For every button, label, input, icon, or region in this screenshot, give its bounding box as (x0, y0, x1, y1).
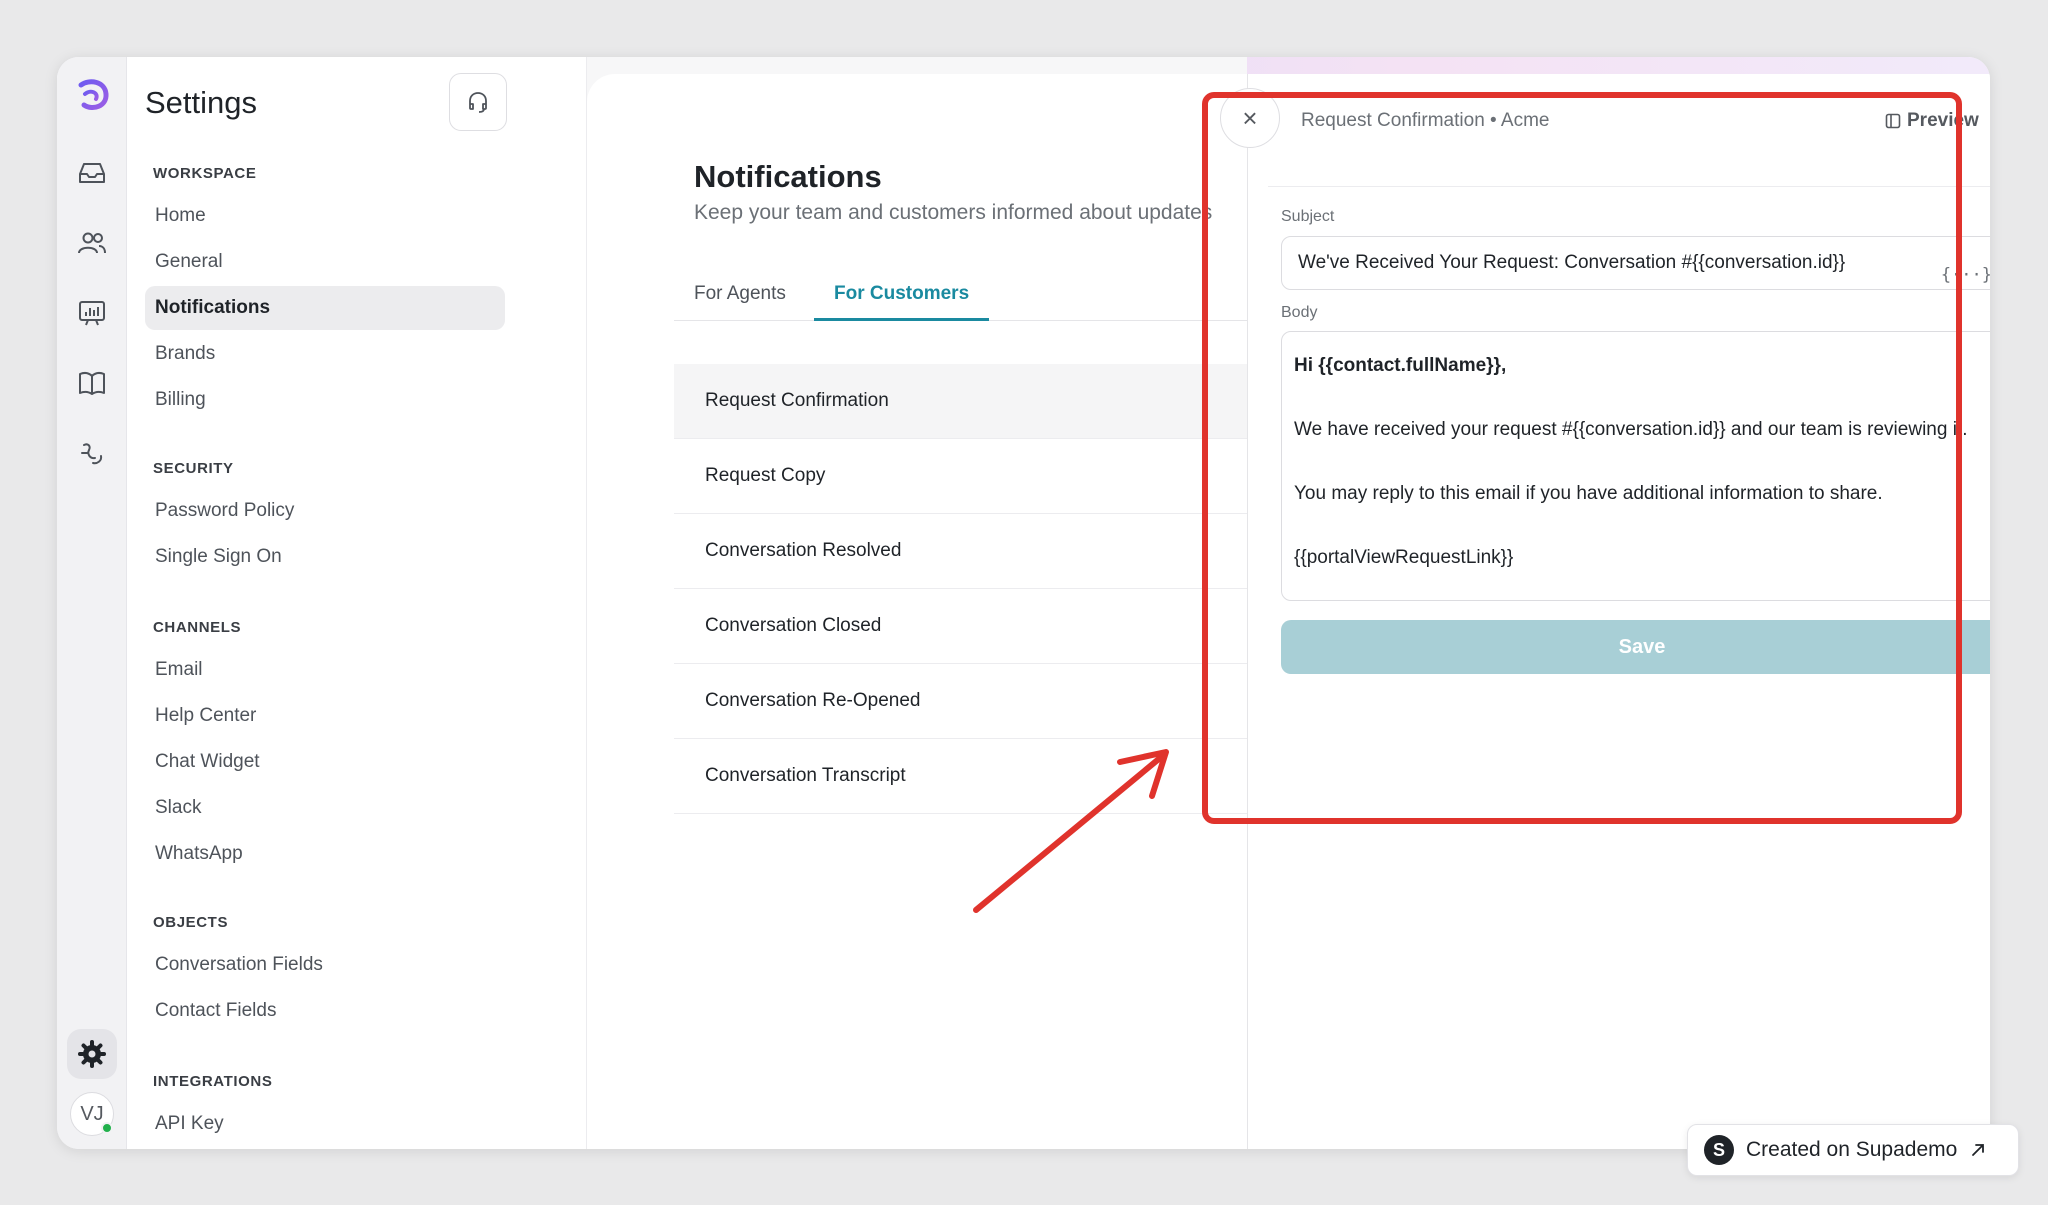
list-item-conversation-re-opened[interactable]: Conversation Re-Opened (674, 664, 1247, 739)
sidebar-item-billing[interactable]: Billing (145, 378, 505, 422)
app-logo-icon[interactable] (75, 77, 111, 113)
notifications-content: Notifications Keep your team and custome… (587, 57, 1247, 1149)
insert-variable-icon[interactable]: {···} (1941, 249, 1990, 301)
external-link-icon (1972, 1144, 1985, 1156)
list-item-request-copy[interactable]: Request Copy (674, 439, 1247, 514)
preview-label: Preview (1907, 110, 1979, 131)
gear-icon (78, 1040, 106, 1068)
sidebar-item-contact-fields[interactable]: Contact Fields (145, 989, 505, 1033)
page-subtitle: Keep your team and customers informed ab… (694, 201, 1213, 224)
sidebar-item-general[interactable]: General (145, 240, 505, 284)
sidebar-item-single-sign-on[interactable]: Single Sign On (145, 535, 505, 579)
nav-section-integrations: INTEGRATIONS API Key (145, 1073, 505, 1148)
subject-field[interactable]: We've Received Your Request: Conversatio… (1281, 236, 1990, 290)
nav-section-objects: OBJECTS Conversation Fields Contact Fiel… (145, 914, 505, 1035)
section-title: CHANNELS (153, 619, 242, 636)
tab-for-customers[interactable]: For Customers (814, 279, 990, 321)
sidebar-item-notifications[interactable]: Notifications (145, 286, 505, 330)
workflow-icon[interactable] (76, 437, 108, 469)
sidebar-title: Settings (145, 85, 258, 120)
save-button[interactable]: Save (1281, 620, 1990, 674)
sidebar-item-chat-widget[interactable]: Chat Widget (145, 740, 505, 784)
sidebar-item-slack[interactable]: Slack (145, 786, 505, 830)
subject-label: Subject (1281, 208, 1335, 225)
supademo-badge[interactable]: S Created on Supademo (1687, 1124, 2019, 1176)
annotation-arrow-icon (973, 749, 1169, 913)
app-window: VJ Settings WORKSPACE Home General Notif… (57, 57, 1990, 1149)
nav-section-workspace: WORKSPACE Home General Notifications Bra… (145, 165, 505, 424)
body-line: We have received your request #{{convers… (1294, 419, 1968, 440)
avatar-initials: VJ (80, 1102, 104, 1125)
content-card: Notifications Keep your team and custome… (587, 74, 1247, 1149)
list-item-conversation-resolved[interactable]: Conversation Resolved (674, 514, 1247, 589)
headset-icon (469, 92, 487, 113)
body-editor[interactable]: Hi {{contact.fullName}}, We have receive… (1281, 331, 1990, 601)
badge-text: Created on Supademo (1746, 1138, 1958, 1161)
panel-divider (1268, 186, 1990, 187)
nav-section-channels: CHANNELS Email Help Center Chat Widget S… (145, 619, 505, 878)
section-title: WORKSPACE (153, 165, 257, 182)
settings-gear-button[interactable] (67, 1029, 117, 1079)
page-title: Notifications (694, 159, 882, 194)
body-greeting: Hi {{contact.fullName}}, (1294, 355, 1507, 376)
list-item-conversation-closed[interactable]: Conversation Closed (674, 589, 1247, 664)
tab-bar: For Agents For Customers (674, 279, 1247, 321)
close-panel-button[interactable]: × (1220, 88, 1280, 148)
list-item-request-confirmation[interactable]: Request Confirmation (674, 364, 1247, 439)
knowledge-book-icon[interactable] (76, 367, 108, 399)
sidebar-item-whatsapp[interactable]: WhatsApp (145, 832, 505, 876)
sidebar-item-brands[interactable]: Brands (145, 332, 505, 376)
sidebar-item-email[interactable]: Email (145, 648, 505, 692)
edit-notification-panel: Request Confirmation • Acme Preview Subj… (1247, 74, 1990, 1149)
body-line: You may reply to this email if you have … (1294, 483, 1883, 504)
supademo-logo-icon: S (1704, 1135, 1734, 1165)
sidebar-item-help-center[interactable]: Help Center (145, 694, 505, 738)
subject-value: We've Received Your Request: Conversatio… (1298, 252, 1846, 273)
close-icon: × (1242, 102, 1258, 133)
sidebar-item-conversation-fields[interactable]: Conversation Fields (145, 943, 505, 987)
section-title: INTEGRATIONS (153, 1073, 273, 1090)
body-label: Body (1281, 304, 1318, 321)
panel-title: Request Confirmation • Acme (1301, 110, 1550, 131)
icon-rail: VJ (57, 57, 127, 1149)
nav-section-security: SECURITY Password Policy Single Sign On (145, 460, 505, 581)
sidebar-item-password-policy[interactable]: Password Policy (145, 489, 505, 533)
section-title: OBJECTS (153, 914, 229, 931)
settings-sidebar: Settings WORKSPACE Home General Notifica… (127, 57, 587, 1149)
tab-for-agents[interactable]: For Agents (674, 279, 806, 321)
users-icon[interactable] (76, 227, 108, 259)
inbox-icon[interactable] (76, 157, 108, 189)
sidebar-item-api-key[interactable]: API Key (145, 1102, 505, 1146)
body-line: {{portalViewRequestLink}} (1294, 547, 1514, 568)
support-button[interactable] (449, 73, 507, 131)
reports-icon[interactable] (76, 297, 108, 329)
preview-panel-icon (1885, 113, 1901, 129)
section-title: SECURITY (153, 460, 234, 477)
sidebar-item-home[interactable]: Home (145, 194, 505, 238)
avatar[interactable]: VJ (70, 1092, 114, 1136)
preview-button[interactable]: Preview (1885, 110, 1979, 132)
online-status-dot (101, 1122, 113, 1134)
